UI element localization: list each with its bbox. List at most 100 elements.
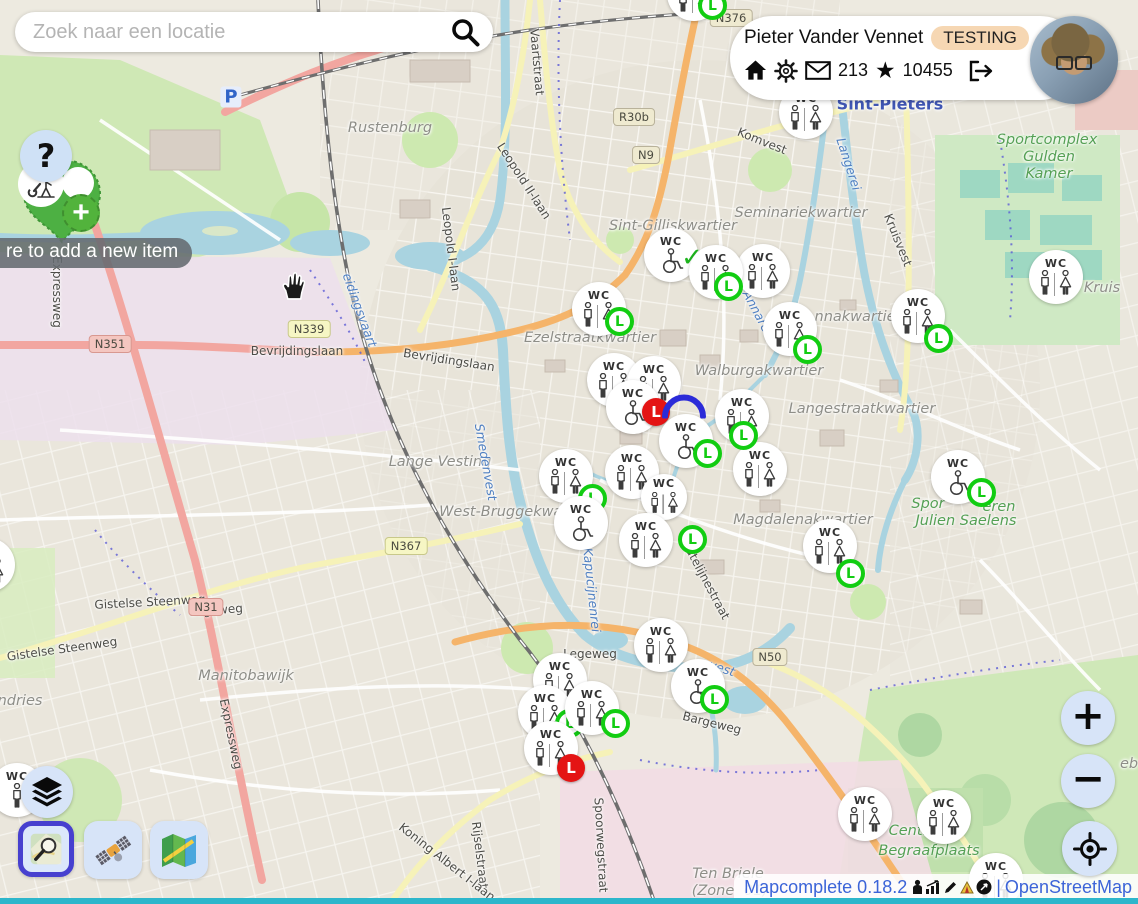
toilet-marker[interactable]: WC [619,513,673,567]
map-label: Bevrijdingslaan [251,344,343,358]
map-label: Leopold II-laan [494,140,554,221]
search-icon[interactable] [447,14,483,50]
wc-label: WC [581,689,603,700]
geolocate-button[interactable] [1062,821,1117,876]
pair-icon [848,807,883,833]
road-ref-badge: N351 [89,335,132,353]
toilet-marker[interactable]: WCL [763,302,817,356]
marker-circle: WC [736,244,790,298]
toilet-marker[interactable]: WCL [524,721,578,775]
gear-icon[interactable] [774,59,798,83]
add-item-plus-button[interactable]: + [62,194,100,232]
toilet-marker[interactable]: WC [0,538,15,592]
toilet-marker[interactable]: WC [736,244,790,298]
search-input[interactable] [31,20,447,45]
wc-label: WC [621,453,643,464]
wc-label: WC [635,521,657,532]
map-label: Kruisvest [881,212,915,269]
attribution-separator: | [996,877,1001,898]
map-label: Manitobawijk [198,668,294,684]
wc-label: WC [660,236,682,247]
basemap-map-button[interactable] [150,821,208,879]
statistics-icon[interactable] [911,879,924,895]
toilet-marker[interactable]: WC [1029,250,1083,304]
map-label: Legeweg [189,601,244,619]
toilet-marker[interactable]: WC [554,496,608,550]
map-label: Julien Saelens [916,513,1017,529]
toilet-marker[interactable]: WCL [539,449,593,503]
satellite-icon [92,829,134,871]
toilet-marker[interactable]: WCL [931,450,985,504]
wc-label: WC [752,252,774,263]
toilet-marker[interactable]: WCL [606,380,660,434]
toilet-marker[interactable]: WCL [572,282,626,336]
map-label: Begraafplaats [878,843,979,859]
marker-circle: WC [733,442,787,496]
help-button[interactable]: ? [20,130,72,182]
pair-icon [0,558,5,584]
map-label: Gulden [1023,149,1075,165]
open-clock-badge: L [605,307,634,336]
open-clock-badge: L [700,685,729,714]
wc-label: WC [622,388,644,399]
wc-label: WC [653,478,675,489]
basemap-osm-button[interactable] [18,821,74,877]
map-label: Spoorwegstraat [592,797,611,893]
wc-label: WC [534,693,556,704]
blue-arc-marker[interactable] [661,393,707,424]
road-ref-badge: N367 [385,537,428,555]
testing-badge: TESTING [931,26,1029,50]
pair-icon [1039,270,1074,296]
compass-icon[interactable] [976,879,992,895]
road-ref-badge: N50 [752,648,787,666]
marker-circle: WC [838,787,892,841]
map-overlays: Brugge-Sint-PietersRustenburgSint-Gillis… [0,0,1138,904]
openstreetmap-link[interactable]: OpenStreetMap [1005,877,1132,898]
logout-icon[interactable] [968,60,993,82]
toilet-marker[interactable]: WC [733,442,787,496]
home-icon[interactable] [744,60,767,81]
pencil-icon[interactable] [943,880,958,895]
toilet-marker[interactable]: WC [917,790,971,844]
open-clock-badge: L [714,272,743,301]
chart-icon[interactable] [925,880,942,895]
map-label: Rijselstraat [469,821,491,889]
toilet-marker[interactable]: WCL [689,245,743,299]
osm-map-icon [29,829,63,869]
user-name: Pieter Vander Vennet [744,27,923,49]
map-label: Lange Vesting [389,454,492,470]
map-label: Smedenvest [472,422,500,501]
star-icon[interactable]: ★ [875,57,896,84]
basemap-satellite-button[interactable] [84,821,142,879]
map-label: Rustenburg [348,120,432,136]
toilet-marker[interactable]: WCL [671,659,725,713]
bottom-accent-bar [0,898,1138,904]
toilet-marker[interactable]: WCL [803,519,857,573]
zoom-out-button[interactable]: − [1061,754,1115,808]
open-clock-badge: L [729,421,758,450]
josm-icon[interactable] [959,880,975,895]
pair-icon [743,462,778,488]
open-clock-badge: L [678,525,707,554]
messages-count: 213 [838,60,868,81]
map-label: Gistelse Steenweg [94,592,206,612]
layers-icon [29,775,65,809]
open-clock-badge: L [967,478,996,507]
toilet-marker[interactable]: WC [838,787,892,841]
toilet-marker[interactable]: WCL [891,289,945,343]
marker-circle: WC [1029,250,1083,304]
toilet-marker[interactable]: WCL [715,389,769,443]
avatar[interactable] [1030,16,1118,104]
layers-button[interactable] [21,766,73,818]
mapcomplete-version-link[interactable]: Mapcomplete 0.18.2 [744,877,907,898]
add-item-tooltip: re to add a new item [0,238,192,268]
wc-label: WC [555,457,577,468]
toilet-marker[interactable]: WCL [667,0,721,21]
wc-label: WC [603,361,625,372]
zoom-in-button[interactable]: + [1061,691,1115,745]
mapcomplete-app: Brugge-Sint-PietersRustenburgSint-Gillis… [0,0,1138,904]
wc-label: WC [570,504,592,515]
messages-icon[interactable] [805,61,831,80]
map-label: Kapucijnenrei [580,547,604,633]
marker-circle: WC [619,513,673,567]
